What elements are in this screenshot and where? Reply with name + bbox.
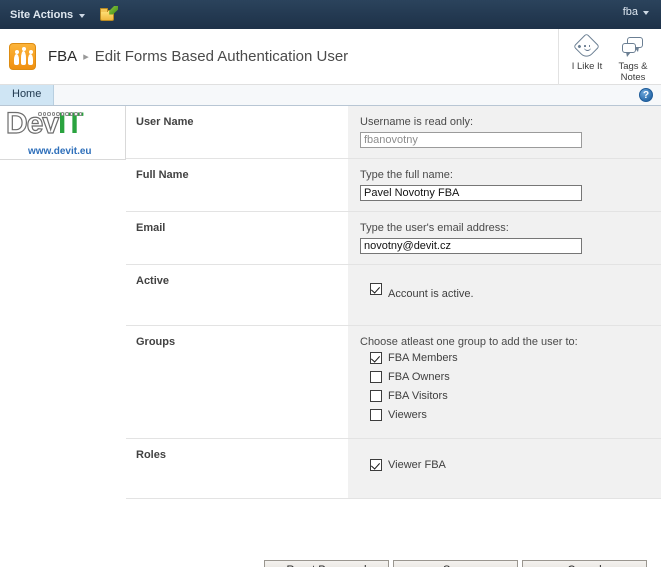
- user-form-table: User Name Username is read only: Full Na…: [126, 106, 661, 499]
- role-label-viewer-fba[interactable]: Viewer FBA: [388, 459, 446, 472]
- fba-people-icon: [9, 43, 36, 70]
- active-checkbox-row: Account is active.: [370, 283, 651, 301]
- group-checkbox-fba-visitors[interactable]: [370, 390, 382, 402]
- active-checkbox[interactable]: [370, 283, 382, 295]
- email-input[interactable]: [360, 238, 582, 254]
- help-icon-label: ?: [642, 90, 650, 101]
- chevron-down-icon: [79, 13, 86, 18]
- row-label-roles: Roles: [126, 438, 348, 499]
- fullname-input[interactable]: [360, 185, 582, 201]
- table-row: Email Type the user's email address:: [126, 211, 661, 265]
- form-column: User Name Username is read only: Full Na…: [126, 106, 661, 552]
- site-actions-menu[interactable]: Site Actions: [7, 7, 88, 23]
- suite-bar: Site Actions fba: [0, 0, 661, 29]
- tab-home[interactable]: Home: [0, 85, 55, 105]
- ribbon-tools: I Like It Tags & Notes: [558, 29, 655, 85]
- row-field-username: Username is read only:: [348, 106, 661, 159]
- user-menu[interactable]: fba: [623, 6, 649, 18]
- page-root: Site Actions fba FBA ▸ Edit Forms Based …: [0, 0, 661, 567]
- tab-strip: Home ?: [0, 85, 661, 106]
- devit-logo: DevIT www.devit.eu: [0, 106, 126, 160]
- i-like-it-button[interactable]: I Like It: [565, 29, 609, 72]
- group-item: Viewers: [370, 409, 651, 422]
- pencil-shape: [109, 5, 119, 15]
- group-item: FBA Owners: [370, 371, 651, 384]
- groups-hint: Choose atleast one group to add the user…: [360, 336, 578, 348]
- breadcrumb-site-link[interactable]: FBA: [48, 48, 77, 65]
- site-actions-label: Site Actions: [10, 8, 74, 21]
- row-label-username: User Name: [126, 106, 348, 159]
- table-row: Roles Viewer FBA: [126, 438, 661, 499]
- logo-url-text: www.devit.eu: [28, 146, 92, 157]
- user-menu-label: fba: [622, 6, 638, 18]
- tab-home-label: Home: [12, 88, 42, 100]
- row-field-email: Type the user's email address:: [348, 211, 661, 265]
- reset-password-button[interactable]: Reset Password: [264, 560, 389, 567]
- group-label-viewers[interactable]: Viewers: [388, 409, 427, 422]
- row-field-groups: Choose atleast one group to add the user…: [348, 325, 661, 439]
- save-button[interactable]: Save: [393, 560, 518, 567]
- edit-folder-icon[interactable]: [100, 5, 119, 23]
- group-label-fba-visitors[interactable]: FBA Visitors: [388, 390, 448, 403]
- title-band: FBA ▸ Edit Forms Based Authentication Us…: [0, 29, 661, 85]
- username-hint: Username is read only:: [360, 116, 474, 128]
- cancel-button[interactable]: Cancel: [522, 560, 647, 567]
- breadcrumb: FBA ▸ Edit Forms Based Authentication Us…: [48, 48, 348, 65]
- row-label-email: Email: [126, 211, 348, 265]
- group-checkbox-viewers[interactable]: [370, 409, 382, 421]
- breadcrumb-separator-icon: ▸: [83, 51, 89, 63]
- email-hint: Type the user's email address:: [360, 222, 509, 234]
- fullname-hint: Type the full name:: [360, 169, 453, 181]
- row-field-active: Account is active.: [348, 264, 661, 326]
- i-like-it-label: I Like It: [571, 61, 603, 72]
- tags-and-notes-button[interactable]: Tags & Notes: [611, 29, 655, 83]
- active-checkbox-label[interactable]: Account is active.: [388, 288, 474, 301]
- role-item: Viewer FBA: [370, 459, 651, 472]
- row-label-groups: Groups: [126, 325, 348, 439]
- row-label-fullname: Full Name: [126, 158, 348, 212]
- table-row: Full Name Type the full name:: [126, 158, 661, 212]
- speech-bubbles-icon: [620, 35, 646, 59]
- left-column: DevIT www.devit.eu: [0, 106, 126, 552]
- table-row: User Name Username is read only:: [126, 106, 661, 159]
- help-icon[interactable]: ?: [639, 88, 653, 102]
- row-field-fullname: Type the full name:: [348, 158, 661, 212]
- group-label-fba-owners[interactable]: FBA Owners: [388, 371, 450, 384]
- group-item: FBA Visitors: [370, 390, 651, 403]
- table-row: Groups Choose atleast one group to add t…: [126, 325, 661, 439]
- username-input[interactable]: [360, 132, 582, 148]
- group-checkbox-fba-members[interactable]: [370, 352, 382, 364]
- group-label-fba-members[interactable]: FBA Members: [388, 352, 458, 365]
- role-checkbox-viewer-fba[interactable]: [370, 459, 382, 471]
- table-row: Active Account is active.: [126, 264, 661, 326]
- logo-dots-decoration: [38, 112, 82, 116]
- form-footer: Reset Password Save Cancel: [126, 552, 661, 567]
- page-title: Edit Forms Based Authentication User: [94, 48, 349, 65]
- group-checkbox-fba-owners[interactable]: [370, 371, 382, 383]
- row-label-active: Active: [126, 264, 348, 326]
- tags-and-notes-label: Tags & Notes: [618, 61, 648, 83]
- body-area: DevIT www.devit.eu User Name Username is…: [0, 106, 661, 552]
- chevron-down-icon: [643, 11, 649, 15]
- group-item: FBA Members: [370, 352, 651, 365]
- row-field-roles: Viewer FBA: [348, 438, 661, 499]
- tag-smiley-icon: [573, 33, 600, 60]
